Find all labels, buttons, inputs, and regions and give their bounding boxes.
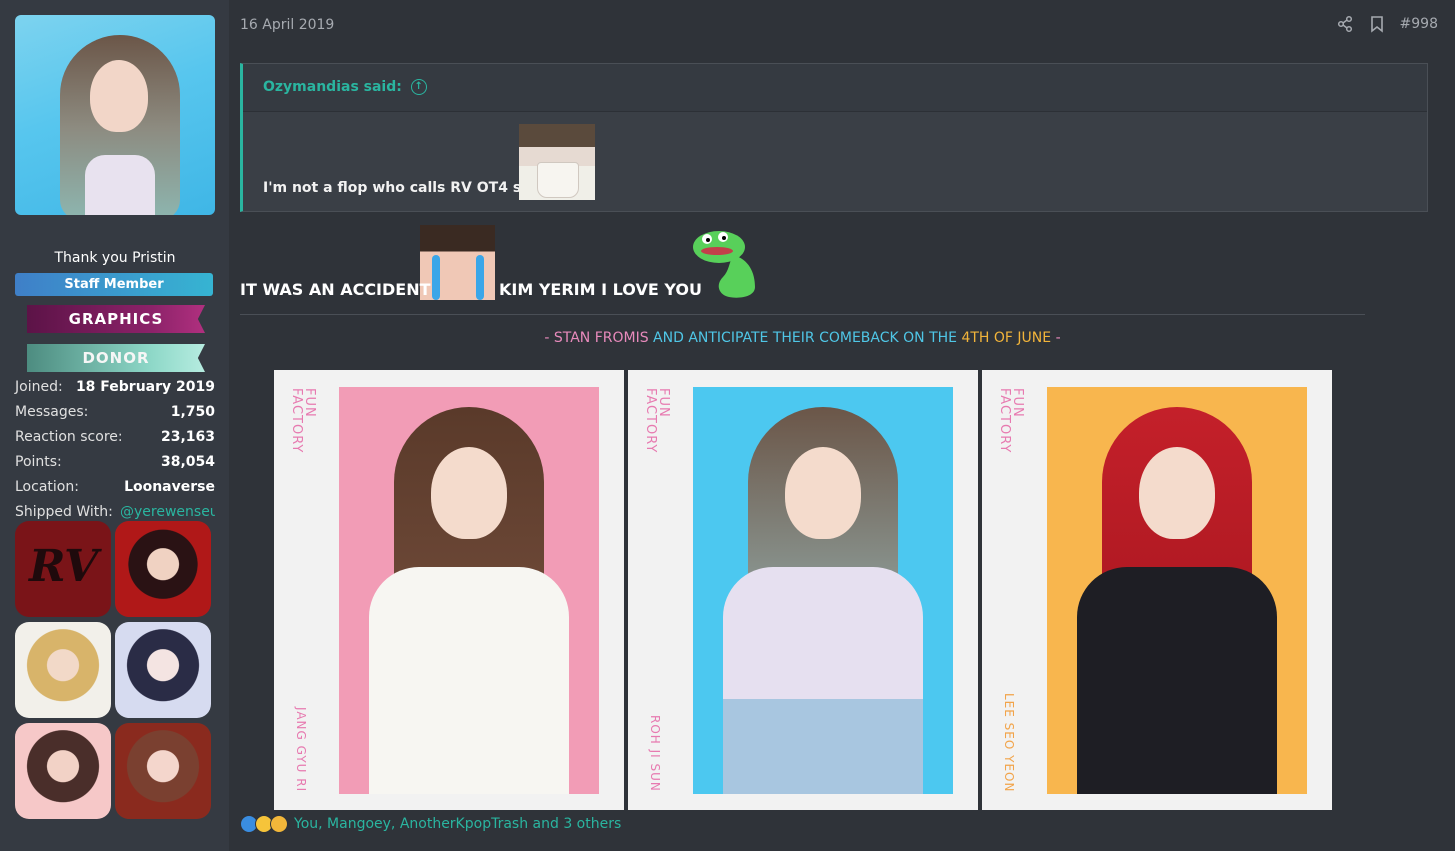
stat-value: 23,163 [160,429,215,445]
photo-face [1139,447,1215,539]
card-brand-line: FACTORY [643,388,658,454]
stat-label: Reaction score: [15,429,123,445]
ship-portrait-image [15,622,111,718]
ship-portrait-image [115,723,211,819]
donor-banner: DONOR [27,344,205,372]
ship-image-grid: RV [15,521,215,819]
haha-icon [270,815,288,833]
quote-block: Ozymandias said: ↑ I'm not a flop who ca… [240,63,1428,212]
cup-reaction-image [519,124,595,200]
stat-label: Location: [15,479,79,495]
user-stats: Joined: 18 February 2019 Messages: 1,750 R… [15,375,215,525]
stat-points: Points: 38,054 [15,450,215,475]
post-date[interactable]: 16 April 2019 [240,17,334,33]
slogan-part-4: - [1055,330,1061,346]
quote-text: I'm not a flop who calls RV OT4 so [263,180,531,196]
share-icon[interactable] [1336,15,1354,33]
cup-shape [537,162,579,198]
quote-body: I'm not a flop who calls RV OT4 so [243,112,1427,211]
slogan-part-1: - STAN FROMIS [544,330,649,346]
card-brand-line: FUN [656,388,671,418]
red-velvet-logo-image: RV [15,521,111,617]
signature-slogan: - STAN FROMIS AND ANTICIPATE THEIR COMEB… [240,330,1365,346]
quote-header[interactable]: Ozymandias said: ↑ [243,64,1427,112]
signature-photo-row: FUN FACTORY JANG GYU RI FUN FACTORY ROH JI… [274,370,1332,810]
stat-joined: Joined: 18 February 2019 [15,375,215,400]
photo-body [369,567,569,794]
reactions-list-link[interactable]: You, Mangoey, AnotherKpopTrash and 3 oth… [294,816,621,832]
post-text-b: KIM YERIM I LOVE YOU [499,280,702,299]
card-brand-line: FUN [302,388,317,418]
photo-face [431,447,507,539]
fun-factory-card: FUN FACTORY JANG GYU RI [274,370,624,810]
post-content: 16 April 2019 #998 Ozymandias said: ↑ I'… [229,0,1455,851]
stat-label: Messages: [15,404,89,420]
avatar-face [90,60,148,132]
card-brand-line: FACTORY [289,388,304,454]
staff-badge: Staff Member [15,273,213,296]
jump-to-quote-icon[interactable]: ↑ [410,79,427,95]
card-brand: FUN FACTORY [643,388,671,454]
slogan-part-3: 4TH OF JUNE [961,330,1052,346]
card-member-name: JANG GYU RI [294,706,308,792]
user-title: Thank you Pristin [54,250,176,266]
tear-shape [432,255,440,300]
card-brand-line: FACTORY [997,388,1012,454]
rv-logo-mark: RV [29,541,99,592]
card-member-name: ROH JI SUN [648,715,662,792]
member-photo [693,387,953,794]
card-member-name: LEE SEO YEON [1002,692,1016,792]
ship-portrait-image [115,622,211,718]
ship-portrait-image [15,723,111,819]
user-avatar[interactable] [15,15,215,215]
photo-face [785,447,861,539]
post-number-link[interactable]: #998 [1400,16,1438,32]
member-photo [339,387,599,794]
avatar-clothing [85,155,155,215]
ship-portrait-image [115,521,211,617]
reactions-bar[interactable]: You, Mangoey, AnotherKpopTrash and 3 oth… [240,815,621,833]
slogan-part-2: AND ANTICIPATE THEIR COMEBACK ON THE [653,330,958,346]
stat-location: Location: Loonaverse [15,475,215,500]
stat-label: Points: [15,454,62,470]
quote-author[interactable]: Ozymandias said: [263,79,402,95]
stat-value[interactable]: Loonaverse [124,475,215,500]
bookmark-icon[interactable] [1368,15,1386,33]
post-actions: #998 [1336,15,1438,33]
crying-reaction-image [420,225,495,300]
card-brand: FUN FACTORY [997,388,1025,454]
stat-value[interactable]: 38,054 [161,450,215,475]
stat-value[interactable]: 1,750 [171,400,215,425]
post-text-a: IT WAS AN ACCIDENT [240,280,431,299]
card-brand: FUN FACTORY [289,388,317,454]
graphics-banner: GRAPHICS [27,305,205,333]
photo-body [723,567,923,794]
stat-reaction-score: Reaction score: 23,163 [15,425,215,450]
card-brand-line: FUN [1010,388,1025,418]
photo-body [1077,567,1277,794]
fun-factory-card: FUN FACTORY LEE SEO YEON [982,370,1332,810]
stat-messages: Messages: 1,750 [15,400,215,425]
member-photo [1047,387,1307,794]
fun-factory-card: FUN FACTORY ROH JI SUN [628,370,978,810]
user-sidebar: Thank you Pristin Staff Member GRAPHICS … [0,0,230,851]
stat-value: 18 February 2019 [75,379,215,395]
signature-divider [240,314,1365,315]
stat-label: Joined: [15,379,63,395]
tear-shape [476,255,484,300]
